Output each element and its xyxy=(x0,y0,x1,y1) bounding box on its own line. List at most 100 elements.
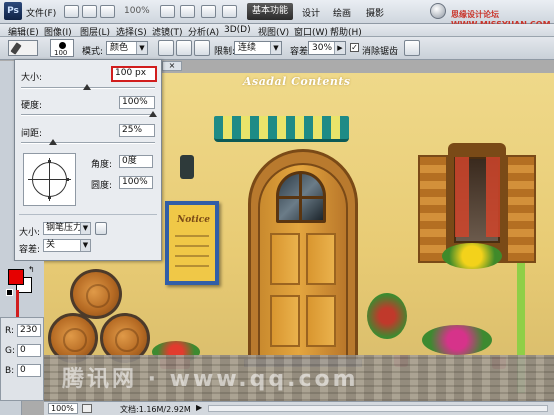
options-bar: 100 模式: 颜色 ▼ 限制: 连续 ▼ 容差: 30% ▶ ✓ 消除锯齿 xyxy=(0,37,554,60)
hand-tool-icon[interactable] xyxy=(160,5,175,18)
brush-tip-icon xyxy=(59,42,66,49)
hardness-label: 硬度: xyxy=(21,101,43,111)
horizontal-scrollbar[interactable] xyxy=(208,405,548,412)
antialias-label: 消除锯齿 xyxy=(362,47,399,57)
sampling-continuous-icon[interactable] xyxy=(158,40,174,56)
limits-select[interactable]: 连续 ▼ xyxy=(234,41,282,55)
notice-line xyxy=(175,245,209,247)
size-input[interactable]: 100 px xyxy=(111,66,157,82)
bridge-icon[interactable] xyxy=(64,5,79,18)
pressure-toggle-icon[interactable] xyxy=(95,222,107,235)
workspace-painting[interactable]: 绘画 xyxy=(333,6,351,19)
right-shutter xyxy=(506,155,536,263)
blue-input[interactable]: 0 xyxy=(17,364,41,377)
workspace-design[interactable]: 设计 xyxy=(302,6,320,19)
chevron-down-icon: ▼ xyxy=(80,223,90,234)
chevron-right-icon: ▶ xyxy=(334,42,345,54)
spacing-input[interactable]: 25% xyxy=(119,124,155,137)
green-input[interactable]: 0 xyxy=(17,344,41,357)
tolerance-input[interactable]: 30% ▶ xyxy=(308,41,346,55)
zoom-dropdown[interactable]: 100% xyxy=(124,6,150,16)
left-shutter xyxy=(418,155,448,263)
notice-text: Notice xyxy=(177,215,211,225)
workspace-essentials-button[interactable]: 基本功能 xyxy=(247,3,293,20)
extras-icon[interactable] xyxy=(100,5,115,18)
menu-3d[interactable]: 3D(D) xyxy=(224,25,251,35)
hardness-slider[interactable] xyxy=(21,111,157,117)
pink-flowers xyxy=(422,325,492,355)
slider-thumb[interactable] xyxy=(149,111,157,117)
slider-thumb[interactable] xyxy=(49,139,57,145)
hardness-input[interactable]: 100% xyxy=(119,96,155,109)
limits-label: 限制: xyxy=(214,47,236,57)
foreground-color-swatch[interactable] xyxy=(8,269,24,285)
color-swatches: ↰ xyxy=(0,261,44,317)
minibridge-icon[interactable] xyxy=(82,5,97,18)
menu-file[interactable]: 文件(F) xyxy=(26,6,56,19)
angle-roundness-widget[interactable] xyxy=(23,153,76,206)
chevron-down-icon: ▼ xyxy=(136,42,147,54)
sunflowers xyxy=(442,243,502,269)
chevron-down-icon: ▼ xyxy=(270,42,281,54)
brush-preset-picker[interactable]: 100 xyxy=(50,39,74,57)
size-slider[interactable] xyxy=(21,84,155,90)
menu-bar: Ps 文件(F) 100% 基本功能 设计 绘画 摄影 思缘设计论坛 WWW.M… xyxy=(0,0,554,29)
arrange-documents-icon[interactable] xyxy=(201,5,216,18)
annotation-arrow xyxy=(12,290,22,324)
canvas-title-text: Asadal Contents xyxy=(243,75,351,88)
antialias-checkbox[interactable]: ✓ xyxy=(350,43,359,52)
rgb-panel: R: 230 G: 0 B: 0 xyxy=(0,317,44,401)
roundness-input[interactable]: 100% xyxy=(119,176,153,189)
mode-select[interactable]: 颜色 ▼ xyxy=(106,41,148,55)
notice-line xyxy=(175,265,209,267)
spacing-label: 间距: xyxy=(21,129,43,139)
status-info-icon[interactable] xyxy=(82,404,92,413)
screen-mode-icon[interactable] xyxy=(222,5,237,18)
chevron-down-icon: ▼ xyxy=(80,240,90,251)
red-plant xyxy=(367,293,407,339)
roundness-handle[interactable] xyxy=(48,196,51,199)
angle-axis xyxy=(49,158,50,201)
blue-label: B: xyxy=(5,366,15,376)
green-label: G: xyxy=(5,346,16,356)
brush-panel: 大小: 100 px 硬度: 100% 间距: 25% 角度: 0度 圆度: 1… xyxy=(14,59,162,261)
swap-colors-icon[interactable]: ↰ xyxy=(28,265,35,274)
tolerance-control-select[interactable]: 关 ▼ xyxy=(43,239,91,252)
roundness-label: 圆度: xyxy=(91,181,113,191)
slider-thumb[interactable] xyxy=(83,84,91,90)
door-panel xyxy=(270,233,300,285)
roundness-handle[interactable] xyxy=(48,160,51,163)
angle-handle[interactable] xyxy=(66,178,69,181)
limits-value: 连续 xyxy=(238,43,257,53)
ps-logo-icon: Ps xyxy=(4,2,22,20)
tool-preset-picker[interactable] xyxy=(8,40,38,56)
workspace-photography[interactable]: 摄影 xyxy=(366,6,384,19)
zoom-field[interactable]: 100% xyxy=(48,403,78,414)
tolerance-value: 30% xyxy=(312,43,333,53)
tablet-pressure-icon[interactable] xyxy=(404,40,420,56)
status-menu-arrow[interactable]: ▶ xyxy=(196,403,202,412)
striped-awning xyxy=(214,116,349,142)
right-curtain xyxy=(486,157,500,237)
zoom-tool-icon[interactable] xyxy=(180,5,195,18)
mode-value: 颜色 xyxy=(110,43,129,53)
document-tab-close[interactable]: × xyxy=(162,61,182,71)
menu-row: 编辑(E) 图像(I) 图层(L) 选择(S) 滤镜(T) 分析(A) 3D(D… xyxy=(0,24,554,38)
size-control-select[interactable]: 钢笔压力 ▼ xyxy=(43,222,91,235)
sampling-once-icon[interactable] xyxy=(176,40,192,56)
sampling-swatch-icon[interactable] xyxy=(194,40,210,56)
status-bar: 100% 文档:1.16M/2.92M ▶ xyxy=(44,401,554,415)
door-window xyxy=(276,171,326,223)
notice-board: Notice xyxy=(165,201,219,285)
door-panel xyxy=(306,295,336,347)
tolerance-control-label: 容差: xyxy=(19,245,41,255)
spacing-slider[interactable] xyxy=(21,139,155,145)
cs-live-icon[interactable] xyxy=(430,3,446,19)
default-colors-icon[interactable] xyxy=(6,289,13,296)
angle-input[interactable]: 0度 xyxy=(119,155,153,168)
mode-label: 模式: xyxy=(82,47,104,57)
red-input[interactable]: 230 xyxy=(17,324,41,337)
left-curtain xyxy=(455,157,469,237)
canvas-watermark: 腾讯网 · www.qq.com xyxy=(62,367,359,392)
wine-barrel xyxy=(70,269,122,319)
